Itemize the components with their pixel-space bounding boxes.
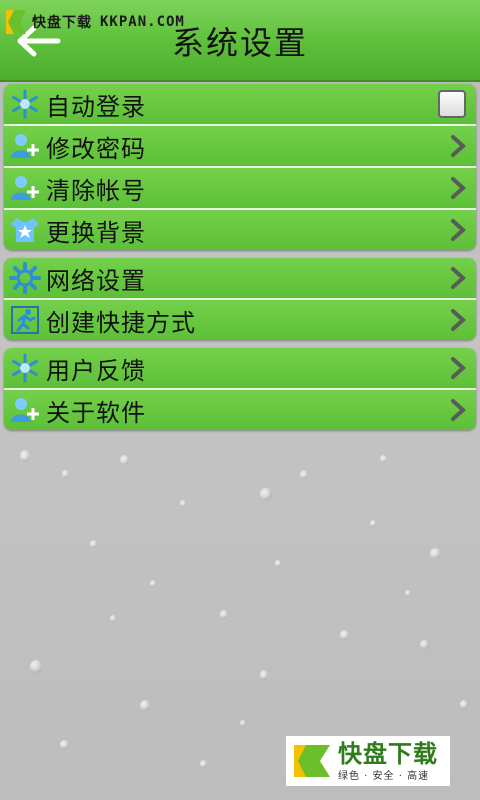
settings-group-account: 自动登录 修改密码 清除帐号 更换背景 [4,84,476,250]
kkpan-logo-icon [294,745,330,777]
row-clear-account[interactable]: 清除帐号 [4,168,476,210]
row-label: 创建快捷方式 [46,308,196,337]
chevron-right-icon [450,218,466,242]
row-change-background[interactable]: 更换背景 [4,210,476,250]
user-add-icon [8,129,42,163]
row-label: 修改密码 [46,134,146,163]
run-icon [8,303,42,337]
user-add-icon [8,393,42,427]
user-add-icon [8,171,42,205]
row-label: 更换背景 [46,218,146,247]
row-label: 关于软件 [46,398,146,427]
row-about-software[interactable]: 关于软件 [4,390,476,430]
row-network-settings[interactable]: 网络设置 [4,258,476,300]
auto-login-checkbox[interactable] [438,90,466,118]
gear-icon [8,261,42,295]
chevron-right-icon [450,398,466,422]
row-label: 网络设置 [46,266,146,295]
brand-name: 快盘下载 [338,739,438,768]
snowflake-icon [8,351,42,385]
row-auto-login[interactable]: 自动登录 [4,84,476,126]
row-label: 清除帐号 [46,176,146,205]
chevron-right-icon [450,134,466,158]
snowflake-icon [8,87,42,121]
row-label: 用户反馈 [46,356,146,385]
settings-group-about: 用户反馈 关于软件 [4,348,476,430]
chevron-right-icon [450,266,466,290]
brand-tagline: 绿色 · 安全 · 高速 [338,770,430,782]
settings-group-network: 网络设置 创建快捷方式 [4,258,476,340]
chevron-right-icon [450,308,466,332]
row-user-feedback[interactable]: 用户反馈 [4,348,476,390]
row-change-password[interactable]: 修改密码 [4,126,476,168]
brand-badge: 快盘下载 绿色 · 安全 · 高速 [286,736,450,786]
chevron-right-icon [450,176,466,200]
page-title: 系统设置 [171,24,308,62]
chevron-right-icon [450,356,466,380]
row-create-shortcut[interactable]: 创建快捷方式 [4,300,476,340]
star-shirt-icon [8,213,42,247]
row-label: 自动登录 [46,92,146,121]
title-bar: 快盘下载 KKPAN.COM 系统设置 [0,0,480,82]
